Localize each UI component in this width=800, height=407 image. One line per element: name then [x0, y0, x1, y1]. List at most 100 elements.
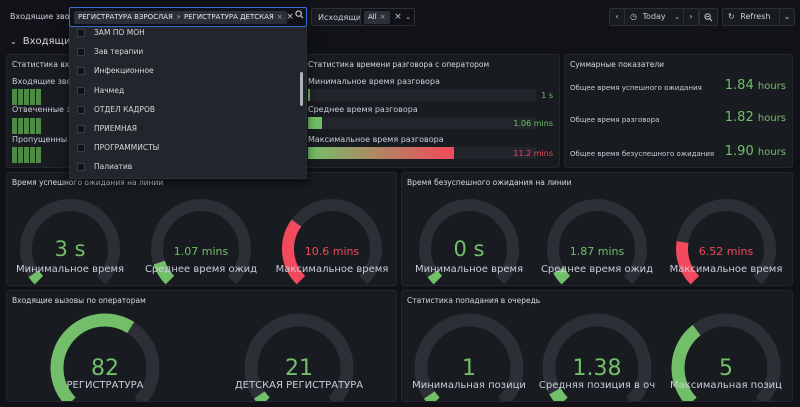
- panel-title: Статистика времени разговора с операторо…: [308, 60, 490, 69]
- gauge-label: Максимальная позиц: [670, 380, 782, 391]
- bar-gauge-fill: [308, 89, 310, 101]
- bar-gauge-fill: [308, 117, 322, 129]
- selected-chip-all[interactable]: All ×: [364, 11, 390, 24]
- chevron-down-icon[interactable]: ⌄: [404, 8, 412, 26]
- bar-segment: [24, 147, 29, 163]
- menu-option-label: Инфекционное: [94, 66, 154, 76]
- summary-number: 1.84: [724, 78, 754, 93]
- clear-icon[interactable]: ×: [394, 8, 402, 26]
- time-forward-button[interactable]: ›: [683, 8, 699, 26]
- gauge-value: 10.6 mins: [304, 244, 360, 258]
- stat-label: Пропущенны: [12, 135, 68, 144]
- checkbox[interactable]: [77, 125, 85, 133]
- bar-gauge-value: 11.2 mins: [513, 149, 553, 158]
- selected-chip-child[interactable]: РЕГИСТРАТУРА ДЕТСКАЯ ×: [180, 11, 287, 24]
- checkbox[interactable]: [77, 48, 85, 57]
- menu-option[interactable]: Начмед: [70, 82, 300, 101]
- menu-option-label: ПРОГРАММИСТЫ: [94, 143, 160, 153]
- menu-option-label: ЗАМ ПО МОН: [94, 28, 145, 37]
- refresh-interval-button[interactable]: ⌄: [779, 8, 795, 26]
- menu-option[interactable]: Палиатив: [70, 158, 300, 177]
- menu-scrollbar[interactable]: [300, 72, 303, 106]
- summary-unit: hours: [757, 147, 786, 158]
- panel-title: Суммарные показатели: [570, 60, 665, 69]
- remove-chip-icon[interactable]: ×: [380, 13, 386, 21]
- chip-label: РЕГИСТРАТУРА ДЕТСКАЯ: [184, 13, 274, 21]
- bar-segment: [30, 89, 35, 105]
- remove-chip-icon[interactable]: ×: [277, 13, 283, 21]
- checkbox[interactable]: [77, 144, 85, 153]
- gauge-label: Максимальное время: [669, 264, 783, 275]
- chip-label: All: [368, 13, 377, 21]
- gauge-value: 5: [719, 355, 733, 381]
- panel-wait-fail: Время безуспешного ожидания на линии 0 s…: [401, 172, 793, 286]
- menu-option-label: Палиатив: [94, 162, 133, 172]
- bar-segment: [18, 147, 23, 163]
- stat-label: Отвеченные з: [12, 105, 71, 114]
- summary-label: Общее время успешного ожидания: [570, 84, 702, 92]
- menu-option[interactable]: Зав терапии: [70, 43, 300, 62]
- panel-by-operator: Входящие вызовы по операторам 82 РЕГИСТРА…: [6, 290, 397, 402]
- bar-gauge-track: [308, 147, 536, 159]
- summary-value: 1.84 hours: [725, 78, 786, 93]
- time-range-label: Today: [642, 12, 666, 21]
- gauge-value: 21: [285, 355, 313, 381]
- chevron-down-icon: ⌄: [674, 13, 681, 21]
- menu-option-label: ПРИЕМНАЯ: [94, 124, 137, 133]
- chip-label: РЕГИСТРАТУРА ВЗРОСЛАЯ: [78, 13, 173, 21]
- checkbox[interactable]: [77, 67, 85, 76]
- refresh-label: Refresh: [740, 12, 771, 21]
- menu-option[interactable]: ПРИЕМНАЯ: [70, 120, 300, 139]
- gauge-label: ДЕТСКАЯ РЕГИСТРАТУРА: [234, 380, 364, 391]
- checkbox[interactable]: [77, 105, 85, 114]
- summary-unit: hours: [757, 81, 786, 92]
- clear-icon[interactable]: ×: [286, 8, 294, 26]
- bar-gauge-value: 1 s: [541, 91, 553, 100]
- zoom-out-icon: [704, 13, 713, 24]
- stat-label: Входящие зво: [12, 77, 72, 86]
- chevron-down-icon: ⌄: [783, 12, 791, 21]
- bar-gauge-track: [308, 89, 536, 101]
- bar-gauge-track: [308, 117, 536, 129]
- bar-segment: [24, 118, 29, 134]
- gauge-label: Максимальное время: [275, 264, 389, 275]
- checkbox[interactable]: [77, 86, 85, 95]
- bar-segment: [12, 118, 17, 134]
- bar-segment: [12, 89, 17, 105]
- bar-gauge-label: Среднее время разговора: [308, 105, 418, 114]
- zoom-out-button[interactable]: [699, 8, 718, 26]
- panel-summary: Суммарные показатели Общее время успешно…: [564, 54, 793, 168]
- bar-segment: [24, 89, 29, 105]
- time-back-button[interactable]: ‹: [609, 8, 625, 26]
- bar-segment: [30, 147, 35, 163]
- menu-option-label: Зав терапии: [94, 47, 144, 57]
- summary-value: 1.82 hours: [725, 110, 786, 125]
- gauge-fill: [253, 391, 270, 401]
- refresh-button[interactable]: ↻ Refresh: [722, 8, 780, 26]
- gauge-value: 6.52 mins: [698, 244, 754, 258]
- outgoing-select[interactable]: All × × ⌄: [360, 8, 415, 26]
- menu-option[interactable]: Инфекционное: [70, 62, 300, 81]
- bar-segment: [36, 147, 41, 163]
- summary-unit: hours: [757, 113, 786, 124]
- menu-option[interactable]: ОТДЕЛ КАДРОВ: [70, 101, 300, 120]
- chevron-down-icon: ⌄: [10, 37, 17, 46]
- checkbox[interactable]: [77, 29, 85, 37]
- panel-talk-time: Статистика времени разговора с операторо…: [302, 54, 560, 168]
- bar-segment: [18, 118, 23, 134]
- bar-gauge-fill: [308, 147, 454, 159]
- menu-option[interactable]: ЗАМ ПО МОН: [70, 28, 300, 43]
- menu-option[interactable]: ПРОГРАММИСТЫ: [70, 139, 300, 158]
- bar-segment: [30, 118, 35, 134]
- time-picker-button[interactable]: ◷ Today ⌄: [624, 8, 684, 26]
- checkbox[interactable]: [77, 163, 85, 172]
- menu-option-label: Начмед: [94, 85, 125, 95]
- bar-segment: [18, 89, 23, 105]
- incoming-multiselect[interactable]: РЕГИСТРАТУРА ВЗРОСЛАЯ × РЕГИСТРАТУРА ДЕТС…: [69, 7, 307, 27]
- bar-segment: [36, 89, 41, 105]
- selected-chip-adult[interactable]: РЕГИСТРАТУРА ВЗРОСЛАЯ ×: [74, 11, 186, 24]
- clock-icon: ◷: [630, 12, 637, 21]
- menu-option-label: ОТДЕЛ КАДРОВ: [94, 104, 155, 114]
- summary-label: Общее время разговора: [570, 116, 660, 124]
- bar-gauge-value: 1.06 mins: [513, 119, 553, 128]
